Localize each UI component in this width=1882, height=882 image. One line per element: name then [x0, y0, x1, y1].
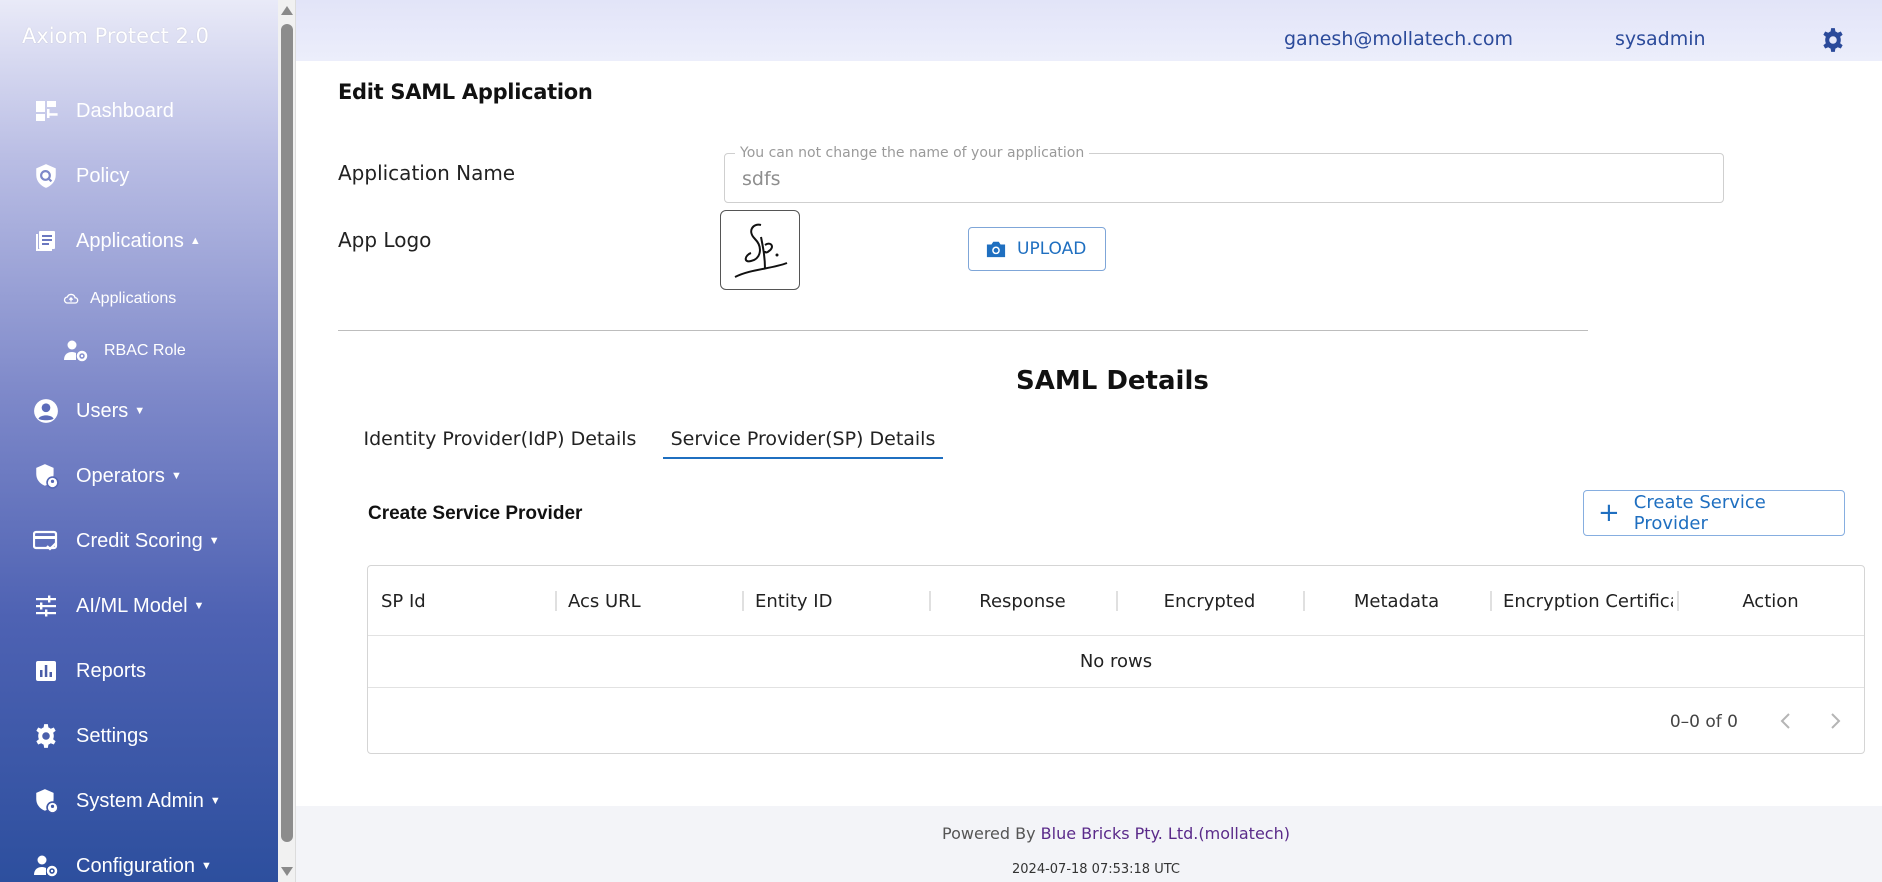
sidebar-item-label: Configuration ▼ — [76, 854, 212, 877]
sidebar-item-policy[interactable]: Policy — [0, 154, 278, 198]
caret-down-icon: ▼ — [200, 860, 212, 873]
column-header-entity-id[interactable]: Entity ID — [755, 566, 832, 636]
page-title: Edit SAML Application — [338, 80, 593, 104]
sidebar: Axiom Protect 2.0 Dashboard Policy Appli… — [0, 0, 278, 882]
policy-shield-icon — [33, 163, 59, 189]
sidebar-item-label: Credit Scoring ▼ — [76, 529, 220, 552]
pagination-count: 0–0 of 0 — [1669, 712, 1738, 732]
caret-down-icon: ▼ — [208, 535, 220, 548]
tab-sp-details[interactable]: Service Provider(SP) Details — [663, 418, 943, 460]
sidebar-item-label: System Admin ▼ — [76, 789, 221, 812]
column-header-sp-id[interactable]: SP Id — [381, 566, 426, 636]
previous-page-icon[interactable] — [1773, 706, 1799, 736]
bar-chart-icon — [33, 658, 59, 684]
sidebar-item-label: Users ▼ — [76, 399, 146, 422]
column-header-encrypted[interactable]: Encrypted — [1116, 566, 1303, 636]
sidebar-subitem-label: Applications — [90, 290, 177, 307]
create-service-provider-label: Create Service Provider — [1633, 492, 1766, 534]
user-gear-icon — [63, 339, 89, 363]
user-email: ganesh@mollatech.com — [1284, 28, 1513, 50]
sidebar-item-settings[interactable]: Settings — [0, 714, 278, 758]
plus-icon: + — [1598, 498, 1620, 528]
sidebar-item-aiml-model[interactable]: AI/ML Model ▼ — [0, 584, 278, 628]
settings-gear-icon[interactable] — [1820, 27, 1846, 53]
operators-shield-icon — [33, 463, 59, 489]
section-divider — [338, 330, 1588, 331]
sidebar-item-reports[interactable]: Reports — [0, 649, 278, 693]
camera-icon — [986, 241, 1006, 258]
admin-shield-icon — [33, 788, 59, 814]
sidebar-item-users[interactable]: Users ▼ — [0, 389, 278, 433]
sidebar-scrollbar[interactable] — [278, 0, 296, 882]
sidebar-subitem-applications[interactable]: Applications — [0, 281, 278, 317]
tab-idp-details[interactable]: Identity Provider(IdP) Details — [362, 418, 638, 460]
sidebar-item-dashboard[interactable]: Dashboard — [0, 89, 278, 133]
brand-title: Axiom Protect 2.0 — [22, 24, 209, 48]
sidebar-item-credit-scoring[interactable]: Credit Scoring ▼ — [0, 519, 278, 563]
caret-up-icon: ▲ — [189, 235, 201, 248]
sidebar-item-label: Reports — [76, 659, 147, 682]
scroll-down-arrow-icon[interactable] — [281, 867, 293, 876]
top-header: ganesh@mollatech.com sysadmin — [296, 0, 1882, 61]
application-name-helper: You can not change the name of your appl… — [735, 145, 1090, 161]
service-provider-table: SP Id Acs URL Entity ID Response Encrypt… — [367, 565, 1865, 754]
upload-button[interactable]: UPLOAD — [968, 227, 1106, 271]
sidebar-item-label: Applications ▲ — [76, 229, 201, 252]
user-circle-icon — [33, 398, 59, 424]
column-separator[interactable] — [742, 591, 744, 611]
column-separator[interactable] — [555, 591, 557, 611]
create-service-provider-button[interactable]: + Create Service Provider — [1583, 490, 1845, 536]
application-name-input[interactable]: sdfs — [742, 168, 1642, 190]
user-role: sysadmin — [1615, 28, 1706, 50]
column-header-action[interactable]: Action — [1677, 566, 1864, 636]
sidebar-item-label: Operators ▼ — [76, 464, 182, 487]
gear-icon — [33, 723, 59, 749]
caret-down-icon: ▼ — [209, 795, 221, 808]
column-header-response[interactable]: Response — [929, 566, 1116, 636]
table-header: SP Id Acs URL Entity ID Response Encrypt… — [368, 566, 1864, 636]
powered-by-brand-link[interactable]: Blue Bricks Pty. Ltd.(mollatech) — [1041, 824, 1290, 843]
caret-down-icon: ▼ — [134, 405, 146, 418]
powered-by-prefix: Powered By — [942, 824, 1036, 843]
scroll-up-arrow-icon[interactable] — [281, 6, 293, 15]
page-footer: Powered By Blue Bricks Pty. Ltd.(mollate… — [296, 806, 1882, 882]
column-separator[interactable] — [1490, 591, 1492, 611]
upload-label: UPLOAD — [1017, 239, 1087, 259]
column-header-encryption-certificate[interactable]: Encryption Certifica… — [1503, 566, 1673, 636]
active-tab-indicator — [663, 457, 943, 459]
app-logo-label: App Logo — [338, 228, 432, 252]
sidebar-item-label: AI/ML Model ▼ — [76, 594, 205, 617]
sidebar-item-label: Dashboard — [76, 99, 174, 122]
application-name-label: Application Name — [338, 161, 516, 185]
create-service-provider-heading: Create Service Provider — [368, 503, 583, 524]
credit-card-icon — [33, 528, 59, 554]
caret-down-icon: ▼ — [170, 470, 182, 483]
caret-down-icon: ▼ — [193, 600, 205, 613]
sidebar-item-label: Settings — [76, 724, 149, 747]
app-logo-preview — [720, 210, 800, 290]
sidebar-item-system-admin[interactable]: System Admin ▼ — [0, 779, 278, 823]
sidebar-item-operators[interactable]: Operators ▼ — [0, 454, 278, 498]
applications-icon — [33, 228, 59, 254]
column-header-acs-url[interactable]: Acs URL — [568, 566, 641, 636]
dashboard-icon — [33, 98, 59, 124]
sidebar-subitem-label: RBAC Role — [104, 342, 186, 359]
next-page-icon[interactable] — [1822, 706, 1848, 736]
column-header-metadata[interactable]: Metadata — [1303, 566, 1490, 636]
sidebar-item-label: Policy — [76, 164, 130, 187]
table-empty-message: No rows — [368, 636, 1864, 688]
saml-details-title: SAML Details — [1016, 366, 1209, 396]
sidebar-item-applications[interactable]: Applications ▲ — [0, 219, 278, 263]
sidebar-item-configuration[interactable]: Configuration ▼ — [0, 844, 278, 882]
user-gear-icon — [33, 853, 59, 879]
cloud-upload-icon — [63, 291, 79, 307]
signature-logo-icon — [734, 223, 788, 278]
sliders-icon — [33, 593, 59, 619]
application-name-field[interactable]: You can not change the name of your appl… — [724, 145, 1724, 203]
sidebar-subitem-rbac-role[interactable]: RBAC Role — [0, 333, 278, 369]
server-timestamp: 2024-07-18 07:53:18 UTC — [1012, 862, 1180, 877]
powered-by-text: Powered By Blue Bricks Pty. Ltd.(mollate… — [296, 824, 1882, 843]
scrollbar-thumb[interactable] — [281, 24, 293, 842]
